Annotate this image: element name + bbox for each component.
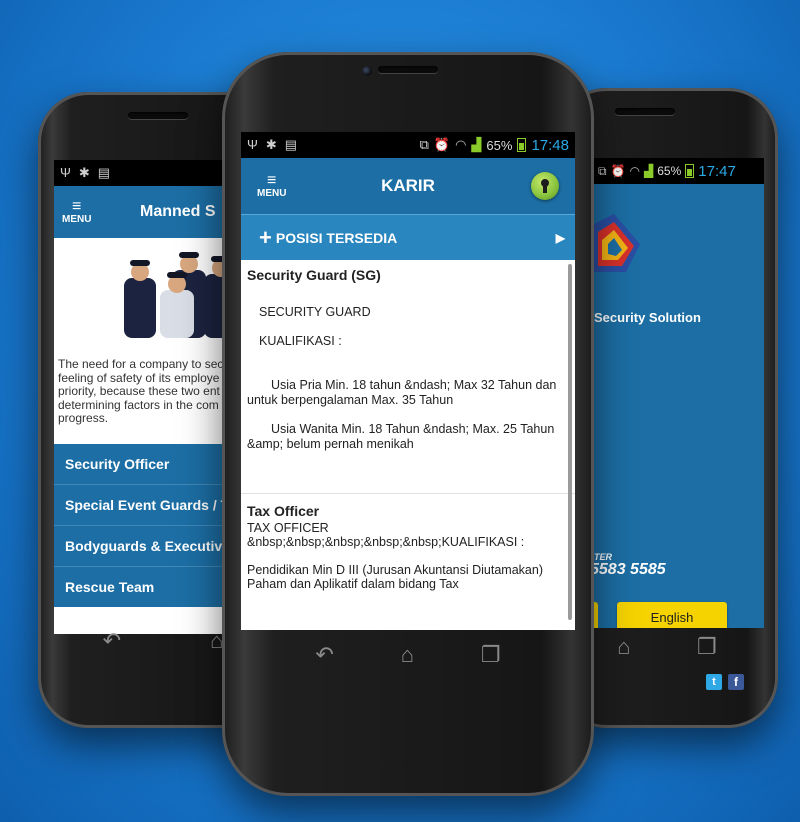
menu-label: MENU xyxy=(62,213,92,225)
earpiece xyxy=(614,108,675,115)
signal-icon: ▟ xyxy=(644,164,654,178)
sd-card-icon: ▤ xyxy=(97,165,111,180)
android-icon: ✱ xyxy=(78,165,90,180)
section-title: POSISI TERSEDIA xyxy=(275,229,398,246)
screen-rotate-icon: ⧉ xyxy=(419,137,429,152)
job-qual-line: Pendidikan Min D III (Jurusan Akuntansi … xyxy=(247,563,543,577)
plus-icon: + xyxy=(259,224,272,250)
earpiece xyxy=(378,66,438,73)
twitter-icon[interactable]: t xyxy=(706,674,722,690)
back-icon[interactable]: ↶ xyxy=(315,644,333,666)
home-icon[interactable]: ⌂ xyxy=(617,636,630,658)
header-title: Manned S xyxy=(140,203,216,220)
usb-icon: Ψ xyxy=(60,165,71,180)
sd-card-icon: ▤ xyxy=(284,137,298,152)
wifi-icon: ◠ xyxy=(455,137,467,152)
clock: 17:47 xyxy=(698,162,736,180)
keyhole-glyph xyxy=(541,179,549,193)
recent-apps-icon[interactable]: ❐ xyxy=(481,644,501,666)
battery-percent: 65% xyxy=(657,164,682,178)
screen-rotate-icon: ⧉ xyxy=(598,163,607,178)
job-title: Tax Officer xyxy=(247,503,320,519)
battery-icon xyxy=(517,138,527,152)
job-position: TAX OFFICER xyxy=(247,521,329,535)
alarm-icon: ⏰ xyxy=(433,137,451,152)
brand-text: Security Solution xyxy=(594,310,701,325)
right-screen: ⧉ ⏰ ◠ ▟ 65% 17:47 Security Solution TER … xyxy=(594,158,764,628)
recent-apps-icon[interactable]: ❐ xyxy=(697,636,717,658)
battery-icon xyxy=(685,164,695,178)
facebook-icon[interactable]: f xyxy=(728,674,744,690)
job-qual-label: KUALIFIKASI : xyxy=(259,334,342,348)
alarm-icon: ⏰ xyxy=(610,164,626,178)
usb-icon: Ψ xyxy=(247,137,258,152)
job-qual-line: Usia Wanita Min. 18 Tahun &ndash; Max. 2… xyxy=(247,422,555,451)
job-list: Security Guard (SG) SECURITY GUARD KUALI… xyxy=(241,260,575,628)
phone-number: 5583 5585 xyxy=(594,561,666,578)
company-logo xyxy=(594,214,644,284)
menu-button[interactable]: ≡ MENU xyxy=(62,197,92,225)
page-title: KARIR xyxy=(381,176,435,195)
nav-bar: ↶ ⌂ ❐ xyxy=(282,640,534,670)
menu-label: MENU xyxy=(257,187,287,199)
center-phone: Ψ ✱ ▤ ⧉ ⏰ ◠ ▟ 65% 17:48 ≡ MENU KARIR + P… xyxy=(222,52,594,796)
android-icon: ✱ xyxy=(265,137,277,152)
key-icon[interactable] xyxy=(531,172,559,200)
scrollbar[interactable] xyxy=(568,264,572,620)
app-header: ≡ MENU KARIR xyxy=(241,158,575,214)
job-qual-label: &nbsp;&nbsp;&nbsp;&nbsp;&nbsp;KUALIFIKAS… xyxy=(247,535,525,549)
wifi-icon: ◠ xyxy=(629,164,641,178)
job-title: Security Guard (SG) xyxy=(247,267,381,283)
english-button[interactable]: English xyxy=(617,602,727,628)
center-screen: Ψ ✱ ▤ ⧉ ⏰ ◠ ▟ 65% 17:48 ≡ MENU KARIR + P… xyxy=(241,132,575,630)
status-bar: ⧉ ⏰ ◠ ▟ 65% 17:47 xyxy=(594,158,764,184)
front-camera xyxy=(362,66,372,76)
status-bar: Ψ ✱ ▤ ⧉ ⏰ ◠ ▟ 65% 17:48 xyxy=(241,132,575,158)
job-qual-line: Paham dan Aplikatif dalam bidang Tax xyxy=(247,577,459,591)
back-icon[interactable]: ↶ xyxy=(103,630,121,652)
earpiece xyxy=(128,112,188,119)
job-card: Security Guard (SG) SECURITY GUARD KUALI… xyxy=(241,260,575,494)
section-header[interactable]: + POSISI TERSEDIA ▶ xyxy=(241,214,575,260)
nav-bar: ⌂ ❐ xyxy=(584,632,750,662)
menu-button[interactable]: ≡ MENU xyxy=(257,171,287,199)
job-card: Tax Officer TAX OFFICER &nbsp;&nbsp;&nbs… xyxy=(241,494,575,591)
chevron-right-icon: ▶ xyxy=(555,230,565,245)
menu-icon: ≡ xyxy=(267,171,277,189)
home-icon[interactable]: ⌂ xyxy=(401,644,414,666)
job-qual-line: Usia Pria Min. 18 tahun &ndash; Max 32 T… xyxy=(247,378,557,407)
logo-icon xyxy=(594,214,640,272)
job-position: SECURITY GUARD xyxy=(259,305,371,319)
clock: 17:48 xyxy=(531,136,569,154)
signal-icon: ▟ xyxy=(471,137,482,152)
menu-icon: ≡ xyxy=(72,197,82,215)
indonesian-button[interactable] xyxy=(594,602,598,628)
battery-percent: 65% xyxy=(486,137,513,153)
